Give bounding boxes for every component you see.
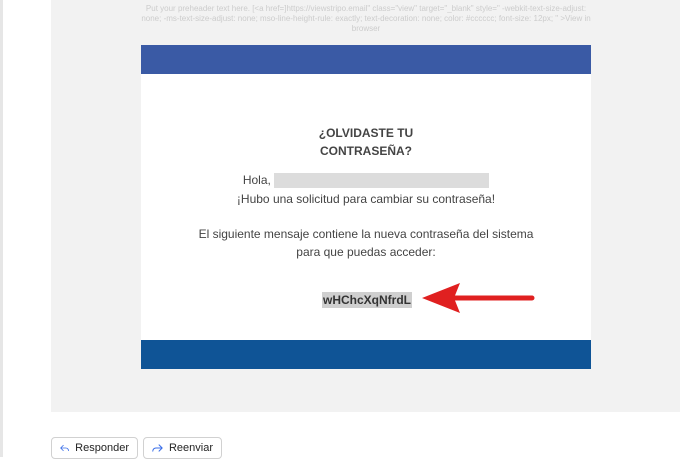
email-title-line-2: CONTRASEÑA? [320,144,412,158]
red-arrow-annotation [422,283,535,313]
message-line-1: El siguiente mensaje contiene la nueva c… [198,227,534,241]
greeting-text: Hola, [242,173,271,187]
reply-button-label: Responder [75,442,129,454]
email-title-line-1: ¿OLVIDASTE TU [318,126,414,140]
email-footer-band [141,340,591,369]
reply-button[interactable]: Responder [51,437,138,459]
redacted-username [274,173,490,189]
forward-button[interactable]: Reenviar [143,437,222,459]
preheader-text: Put your preheader text here. [<a href=]… [141,4,591,33]
message-line-2: para que puedas acceder: [296,245,436,259]
email-card: ¿OLVIDASTE TU CONTRASEÑA? Hola, ¡Hubo un… [141,45,591,369]
request-line: ¡Hubo una solicitud para cambiar su cont… [236,192,496,206]
new-password: wHChcXqNfrdL [322,292,412,308]
email-header-band [141,45,591,74]
greeting-row: Hola, [141,173,591,189]
forward-icon [152,444,163,452]
forward-button-label: Reenviar [168,442,213,454]
reading-pane-divider [0,0,3,457]
reply-icon [60,444,69,452]
email-title: ¿OLVIDASTE TU CONTRASEÑA? [141,124,591,160]
